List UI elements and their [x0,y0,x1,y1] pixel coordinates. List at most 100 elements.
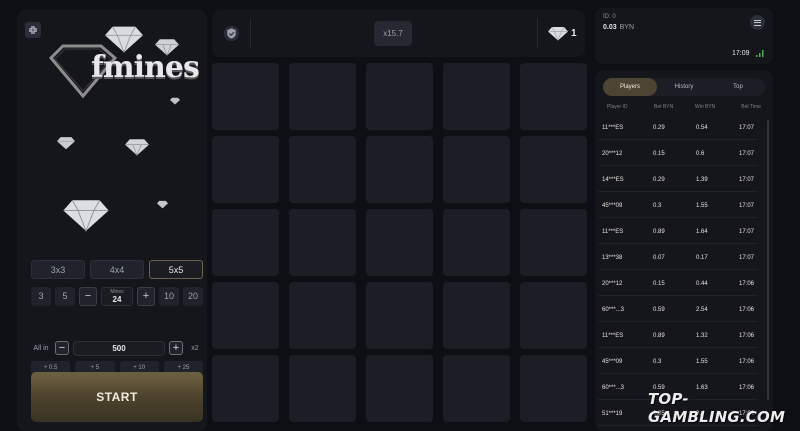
mines-preset-10-button[interactable]: 10 [159,286,179,306]
next-multiplier-badge: x15.7 [374,21,412,46]
mines-preset-5-button[interactable]: 5 [55,286,75,306]
table-row: 11***ES 0.29 0.54 17:07 [598,117,758,140]
bet-controls: All in − 500 + x2 [31,340,203,356]
win-amount: 1.64 [696,229,708,235]
table-row: 20***12 0.15 0.44 17:06 [598,273,758,296]
column-header-player: Player ID [607,104,628,110]
table-row: 45***09 0.3 1.55 17:07 [598,195,758,218]
left-panel: fmines 3x3 4x4 5x5 3 5 − Mines 24 + 10 2… [17,10,207,431]
grid-size-4x4-button[interactable]: 4x4 [90,260,144,279]
grid-size-5x5-button[interactable]: 5x5 [149,260,203,279]
mines-preset-3-button[interactable]: 3 [31,286,51,306]
board-cell[interactable] [212,63,279,130]
collapse-icon[interactable] [25,22,41,38]
table-row: 60***...3 0.59 2.54 17:06 [598,299,758,322]
board-cell[interactable] [212,355,279,422]
bet-amount: 0.29 [653,125,665,131]
board-cell[interactable] [443,355,510,422]
board-cell[interactable] [289,63,356,130]
logo-text: fmines [91,50,200,85]
mines-decrease-button[interactable]: − [79,286,97,306]
bet-amount: 0.89 [653,229,665,235]
win-amount: 1.55 [696,203,708,209]
win-amount: 0.44 [696,281,708,287]
start-button[interactable]: START [31,372,203,422]
clock: 17:09 [732,50,750,57]
column-header-bet: Bet BYN [654,104,674,110]
table-row: 11***ES 0.89 1.64 17:07 [598,221,758,244]
bet-time: 17:06 [738,359,754,365]
bet-amount: 0.29 [653,177,665,183]
diamond-decoration-icon [157,200,168,209]
board-cell[interactable] [212,209,279,276]
mines-preset-20-button[interactable]: 20 [183,286,203,306]
player-id: 60***...3 [602,385,625,391]
board-cell[interactable] [366,209,433,276]
board-cell[interactable] [289,282,356,349]
bet-increase-button[interactable]: + [169,341,183,355]
board-cell[interactable] [366,355,433,422]
table-row: 45***09 0.3 1.55 17:06 [598,351,758,374]
win-amount: 0.6 [696,151,705,157]
tab-history[interactable]: History [657,78,711,96]
bet-amount-input[interactable]: 500 [73,340,165,356]
user-id: ID: 0 [603,14,616,20]
board-cell[interactable] [212,282,279,349]
board-cell[interactable] [520,209,587,276]
bet-amount: 0.07 [653,255,665,261]
bet-amount: 0.3 [653,359,662,365]
table-row: 14***ES 0.29 1.39 17:07 [598,169,758,192]
player-id: 14***ES [602,177,624,183]
board-cell[interactable] [366,282,433,349]
win-amount: 1.55 [696,359,708,365]
table-row: 11***ES 0.89 1.32 17:06 [598,325,758,348]
win-amount: 0.54 [696,125,708,131]
win-amount: 2.54 [696,307,708,313]
bet-amount: 0.59 [653,307,665,313]
board-cell[interactable] [520,136,587,203]
win-amount: 0.17 [696,255,708,261]
board-cell[interactable] [289,355,356,422]
game-top-bar: x15.7 1 [212,10,585,57]
board-cell[interactable] [289,209,356,276]
bet-time: 17:07 [738,125,754,131]
divider [250,18,251,49]
board-cell[interactable] [520,63,587,130]
menu-icon[interactable] [750,15,765,30]
bet-time: 17:07 [738,151,754,157]
board-cell[interactable] [366,136,433,203]
diamond-decoration-icon [105,26,143,54]
board-cell[interactable] [443,136,510,203]
mines-value-display: Mines 24 [101,286,133,306]
bet-double-button[interactable]: x2 [187,345,203,352]
shield-icon[interactable] [223,25,240,42]
board-cell[interactable] [520,282,587,349]
board-cell[interactable] [289,136,356,203]
diamond-icon [548,26,568,41]
all-in-button[interactable]: All in [31,345,51,352]
board-cell[interactable] [443,63,510,130]
tab-top[interactable]: Top [711,78,765,96]
diamond-decoration-icon [125,139,149,156]
balance-amount: 0.03 [603,24,617,31]
scrollbar[interactable] [767,120,769,400]
win-amount: 1.32 [696,333,708,339]
tab-players[interactable]: Players [603,78,657,96]
player-id: 11***ES [602,229,624,235]
diamond-decoration-icon [170,97,180,105]
player-id: 51***19 [602,411,623,417]
board-cell[interactable] [212,136,279,203]
table-header: Player ID Bet BYN Win BYN Bet Time [603,104,763,112]
win-amount: 1.39 [696,177,708,183]
bet-time: 17:07 [738,203,754,209]
diamonds-count: 1 [571,28,577,39]
board-cell[interactable] [443,209,510,276]
board-cell[interactable] [520,355,587,422]
mines-increase-button[interactable]: + [137,286,155,306]
grid-size-3x3-button[interactable]: 3x3 [31,260,85,279]
player-id: 20***12 [602,151,623,157]
bet-time: 17:07 [738,255,754,261]
board-cell[interactable] [366,63,433,130]
board-cell[interactable] [443,282,510,349]
bet-decrease-button[interactable]: − [55,341,69,355]
